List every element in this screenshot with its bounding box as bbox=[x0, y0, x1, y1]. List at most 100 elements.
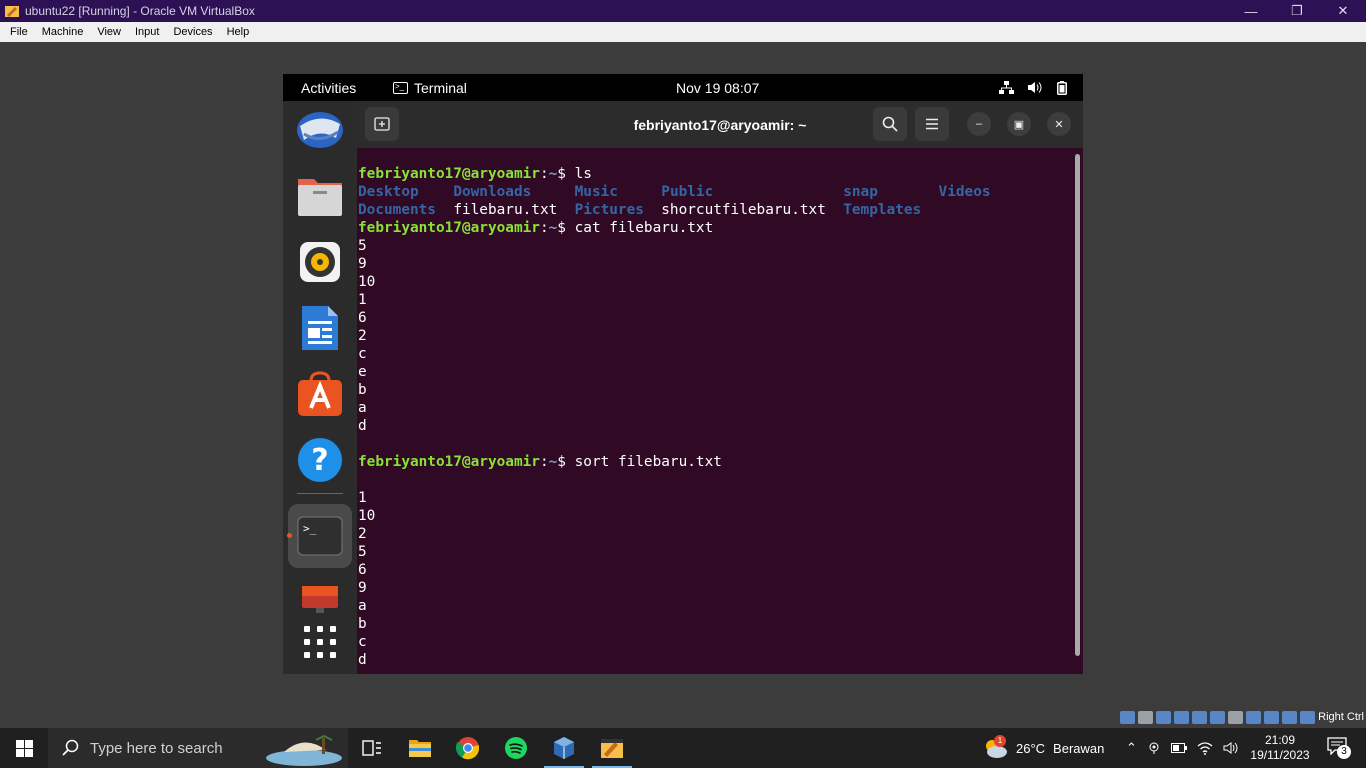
network-adapter-icon[interactable] bbox=[1174, 710, 1190, 724]
cat-output-line: d bbox=[358, 418, 367, 434]
network-icon bbox=[999, 81, 1014, 94]
gnome-topbar: Activities >_ Terminal Nov 19 08:07 bbox=[283, 74, 1083, 101]
virtualbox-vm-button[interactable] bbox=[588, 728, 636, 768]
search-icon bbox=[62, 739, 79, 756]
sort-output-line: a bbox=[358, 598, 367, 614]
ls-output-row: Documents filebaru.txt Pictures shorcutf… bbox=[358, 202, 922, 218]
virtualization-icon[interactable] bbox=[1264, 710, 1280, 724]
maximize-icon: ▣ bbox=[1013, 118, 1025, 131]
vbox-statusbar: Right Ctrl bbox=[1120, 708, 1366, 726]
thunderbird-icon[interactable] bbox=[295, 105, 345, 155]
hard-disk-icon[interactable] bbox=[1120, 710, 1136, 724]
search-placeholder: Type here to search bbox=[90, 739, 223, 757]
cat-output-line: c bbox=[358, 346, 367, 362]
minimize-button[interactable]: — bbox=[1228, 0, 1274, 22]
terminal-maximize-button[interactable]: ▣ bbox=[1007, 112, 1031, 136]
display-icon[interactable] bbox=[1228, 710, 1244, 724]
notification-count: 3 bbox=[1337, 744, 1351, 759]
ubuntu-software-icon[interactable] bbox=[295, 369, 345, 419]
mouse-integration-icon[interactable] bbox=[1282, 710, 1298, 724]
show-hidden-icons-icon[interactable]: ⌃ bbox=[1126, 740, 1137, 756]
taskbar-clock[interactable]: 21:09 19/11/2023 bbox=[1249, 733, 1311, 763]
battery-icon[interactable] bbox=[1170, 743, 1187, 753]
volume-icon bbox=[1028, 82, 1042, 93]
sort-output-line: 9 bbox=[358, 580, 367, 596]
restore-button[interactable]: ❐ bbox=[1274, 0, 1320, 22]
guest-screen[interactable]: Activities >_ Terminal Nov 19 08:07 ? >_… bbox=[283, 74, 1083, 674]
terminal-minimize-button[interactable]: – bbox=[967, 112, 991, 136]
chrome-button[interactable] bbox=[444, 728, 492, 768]
keyboard-capture-icon[interactable] bbox=[1300, 710, 1316, 724]
shared-folders-icon[interactable] bbox=[1210, 710, 1226, 724]
prompt-line: febriyanto17@aryoamir:~$ sort filebaru.t… bbox=[358, 454, 722, 470]
virtualbox-manager-button[interactable] bbox=[540, 728, 588, 768]
terminal-close-button[interactable]: ✕ bbox=[1047, 112, 1071, 136]
sort-output-line: 1 bbox=[358, 490, 367, 506]
spotify-icon bbox=[505, 737, 527, 759]
sort-output-line: 2 bbox=[358, 526, 367, 542]
audio-icon[interactable] bbox=[1156, 710, 1172, 724]
clock-time: 21:09 bbox=[1264, 733, 1296, 747]
search-button[interactable] bbox=[873, 107, 907, 141]
terminal-body[interactable]: febriyanto17@aryoamir:~$ ls Desktop Downl… bbox=[357, 148, 1083, 674]
vbox-menubar: File Machine View Input Devices Help bbox=[0, 22, 1366, 42]
help-icon[interactable]: ? bbox=[295, 435, 345, 485]
cat-output-line: e bbox=[358, 364, 367, 380]
virtualbox-vm-icon bbox=[601, 739, 623, 758]
windows-logo-icon bbox=[15, 739, 33, 757]
usb-icon[interactable] bbox=[1192, 710, 1208, 724]
weather-widget[interactable]: 1 26°C Berawan bbox=[982, 735, 1105, 759]
sort-output-line: 10 bbox=[358, 508, 376, 524]
notification-center-button[interactable]: 3 bbox=[1322, 736, 1352, 760]
ubuntu-dock: ? >_ bbox=[283, 101, 357, 674]
menu-file[interactable]: File bbox=[0, 26, 35, 38]
minimize-icon: – bbox=[975, 118, 983, 130]
system-tray: ⌃ bbox=[1126, 740, 1239, 756]
wifi-icon[interactable] bbox=[1197, 741, 1213, 755]
app-menu-label: Terminal bbox=[414, 79, 467, 96]
running-indicator bbox=[287, 533, 292, 538]
host-key-label: Right Ctrl bbox=[1318, 711, 1364, 723]
hamburger-menu-icon bbox=[926, 118, 938, 130]
libreoffice-writer-icon[interactable] bbox=[295, 303, 345, 353]
rhythmbox-icon[interactable] bbox=[295, 237, 345, 287]
spotify-button[interactable] bbox=[492, 728, 540, 768]
cat-output-line: a bbox=[358, 400, 367, 416]
file-explorer-button[interactable] bbox=[396, 728, 444, 768]
menu-button[interactable] bbox=[915, 107, 949, 141]
windows-taskbar: Type here to search 1 26°C Berawan ⌃ 21:… bbox=[0, 728, 1366, 768]
search-highlight-illustration bbox=[266, 734, 342, 766]
weather-desc: Berawan bbox=[1053, 740, 1105, 756]
taskbar-search[interactable]: Type here to search bbox=[48, 728, 348, 768]
task-view-icon bbox=[362, 740, 381, 756]
system-tray[interactable] bbox=[999, 80, 1067, 95]
terminal-app-icon: >_ bbox=[393, 81, 408, 94]
sort-output-line: 5 bbox=[358, 544, 367, 560]
cat-output-line: b bbox=[358, 382, 367, 398]
recording-icon[interactable] bbox=[1246, 710, 1262, 724]
speaker-icon[interactable] bbox=[1223, 741, 1239, 755]
task-view-button[interactable] bbox=[348, 728, 396, 768]
menu-view[interactable]: View bbox=[90, 26, 128, 38]
terminal-scrollbar[interactable] bbox=[1075, 154, 1080, 656]
terminal-headerbar: febriyanto17@aryoamir: ~ – ▣ ✕ bbox=[357, 101, 1083, 148]
topbar-clock[interactable]: Nov 19 08:07 bbox=[676, 80, 759, 96]
new-tab-button[interactable] bbox=[365, 107, 399, 141]
optical-drive-icon[interactable] bbox=[1138, 710, 1154, 724]
chrome-icon bbox=[456, 737, 480, 760]
activities-button[interactable]: Activities bbox=[283, 80, 393, 96]
show-apps-icon[interactable] bbox=[295, 617, 345, 667]
menu-input[interactable]: Input bbox=[128, 26, 166, 38]
terminal-dock-icon[interactable]: >_ bbox=[295, 511, 345, 561]
menu-help[interactable]: Help bbox=[220, 26, 257, 38]
cat-output-line: 1 bbox=[358, 292, 367, 308]
start-button[interactable] bbox=[0, 728, 48, 768]
files-icon[interactable] bbox=[295, 171, 345, 221]
location-icon[interactable] bbox=[1147, 741, 1161, 755]
vbox-titlebar: ubuntu22 [Running] - Oracle VM VirtualBo… bbox=[0, 0, 1366, 22]
close-button[interactable]: ✕ bbox=[1320, 0, 1366, 22]
menu-machine[interactable]: Machine bbox=[35, 26, 91, 38]
app-menu[interactable]: >_ Terminal bbox=[393, 80, 467, 96]
dock-separator bbox=[297, 493, 343, 494]
menu-devices[interactable]: Devices bbox=[166, 26, 219, 38]
